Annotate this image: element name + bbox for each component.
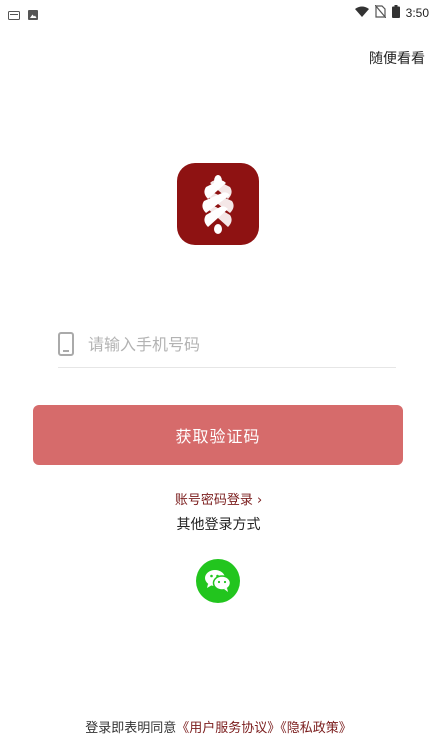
wifi-icon	[354, 3, 369, 22]
braid-logo-icon	[202, 175, 234, 234]
notification-icon	[8, 5, 20, 24]
get-code-button-label: 获取验证码	[175, 427, 261, 446]
get-code-button[interactable]: 获取验证码	[33, 405, 403, 465]
phone-input[interactable]	[88, 324, 388, 364]
wechat-icon	[205, 570, 232, 592]
agreement-text: 登录即表明同意《用户服务协议》《隐私政策》	[0, 717, 437, 734]
status-bar: 3:50	[0, 0, 437, 22]
status-time: 3:50	[405, 5, 429, 20]
browse-link[interactable]: 随便看看	[369, 48, 425, 68]
privacy-policy-link[interactable]: 《隐私政策》	[280, 721, 352, 734]
wechat-login-button[interactable]	[196, 559, 240, 603]
battery-icon	[391, 3, 400, 22]
user-agreement-link[interactable]: 《用户服务协议》	[176, 721, 280, 734]
agreement-prefix: 登录即表明同意	[85, 721, 177, 734]
login-screen: 3:50 随便看看 获取验证码 账号密码登录 ›	[0, 0, 437, 734]
password-login-link[interactable]: 账号密码登录 ›	[0, 489, 437, 508]
other-login-methods-label: 其他登录方式	[176, 517, 261, 533]
app-logo	[177, 163, 259, 245]
image-icon	[28, 5, 38, 24]
no-sim-icon	[374, 3, 387, 22]
phone-icon	[58, 332, 74, 360]
phone-field	[58, 324, 396, 368]
